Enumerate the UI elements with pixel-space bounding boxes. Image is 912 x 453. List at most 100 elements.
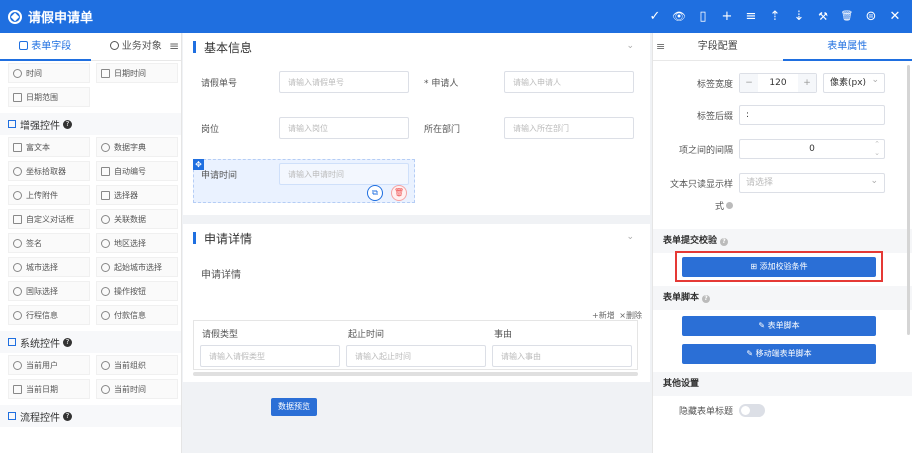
component-label: 关联数据 [114, 214, 146, 224]
apply-time-input[interactable]: 请输入申请时间 [279, 163, 409, 185]
item-gap-value: 0 [809, 144, 815, 154]
component-item[interactable]: 日期时间 [96, 63, 178, 83]
component-item[interactable]: 操作按钮 [96, 281, 178, 301]
vertical-scrollbar[interactable] [907, 65, 910, 335]
hide-title-toggle[interactable] [739, 404, 765, 417]
component-item[interactable]: 当前用户 [8, 355, 90, 375]
component-item[interactable]: 富文本 [8, 137, 90, 157]
section-basic-info: 基本信息 ⌄ 请假单号 请输入请假单号 * 申请人 请输入申请人 岗位 请输入岗… [183, 33, 650, 215]
list-icon[interactable]: ≡ [744, 9, 758, 24]
collapse-icon[interactable]: ≡ [169, 39, 179, 53]
prop-label: 标签宽度 [696, 79, 733, 90]
close-icon[interactable]: ✕ [888, 9, 902, 24]
component-label: 时间 [26, 68, 42, 78]
section-header[interactable]: 基本信息 ⌄ [183, 33, 650, 61]
component-item[interactable]: 关联数据 [96, 209, 178, 229]
component-item[interactable]: 当前组织 [96, 355, 178, 375]
component-item[interactable]: 时间 [8, 63, 90, 83]
delete-row-button[interactable]: ×删除 [619, 311, 642, 320]
component-label: 当前时间 [114, 384, 146, 394]
delete-icon[interactable]: 🗑 [391, 185, 407, 201]
data-preview-button[interactable]: 数据预览 [271, 398, 317, 416]
other-settings-section: 其他设置 [653, 372, 912, 396]
applicant-input[interactable]: 请输入申请人 [504, 71, 634, 93]
leave-number-input[interactable]: 请输入请假单号 [279, 71, 409, 93]
section-title: 表单提交校验 [663, 236, 718, 246]
rich-text-icon [13, 142, 22, 152]
component-item[interactable]: 国际选择 [8, 281, 90, 301]
chevron-down-icon[interactable]: ⌄ [626, 232, 634, 242]
section-header[interactable]: 申请详情 ⌄ [183, 224, 650, 252]
component-item[interactable]: 起始城市选择 [96, 257, 178, 277]
button-label: 表单脚本 [767, 321, 800, 330]
form-script-button[interactable]: ✎ 表单脚本 [682, 316, 876, 336]
copy-icon[interactable]: ⧉ [367, 185, 383, 201]
tab-field-config[interactable]: 字段配置 [653, 33, 783, 61]
component-item[interactable]: 当前日期 [8, 379, 90, 399]
attachment-icon [13, 190, 22, 200]
component-label: 坐标拾取器 [26, 166, 66, 176]
section-marker [193, 232, 196, 244]
component-item[interactable]: 行程信息 [8, 305, 90, 325]
menu-icon[interactable]: ≡ [656, 40, 665, 53]
trip-icon [13, 310, 22, 320]
wrench-icon[interactable]: ⚒ [816, 10, 830, 23]
plus-icon[interactable]: + [798, 74, 816, 92]
component-item[interactable]: 地区选择 [96, 233, 178, 253]
field-label: 申请时间 [201, 170, 238, 181]
plus-icon[interactable]: + [720, 9, 734, 24]
group-icon [8, 412, 16, 420]
position-input[interactable]: 请输入岗位 [279, 117, 409, 139]
component-item[interactable]: 坐标拾取器 [8, 161, 90, 181]
leave-type-input[interactable]: 请输入请假类型 [200, 345, 340, 367]
check-icon[interactable]: ✓ [648, 9, 662, 24]
delete-icon[interactable]: 🗑 [840, 11, 854, 22]
tab-form-properties[interactable]: 表单属性 [782, 33, 912, 61]
component-item[interactable]: 选择器 [96, 185, 178, 205]
section-marker [193, 41, 196, 53]
label-suffix-input[interactable]: : [739, 105, 885, 125]
edit-icon: ✎ [746, 349, 756, 358]
prop-label: 隐藏表单标题 [678, 407, 733, 417]
help-icon: ? [63, 119, 72, 129]
component-item[interactable]: 城市选择 [8, 257, 90, 277]
tab-business-object[interactable]: 业务对象 [91, 33, 182, 61]
component-label: 日期时间 [114, 68, 146, 78]
component-item[interactable]: 当前时间 [96, 379, 178, 399]
readonly-style-select[interactable]: 请选择 ⌄ [739, 173, 885, 193]
component-tabs: 表单字段 业务对象 ≡ [0, 33, 181, 61]
prop-label: 文本只读显示样 [669, 179, 733, 190]
save-icon[interactable]: ⊜ [864, 9, 878, 24]
component-item[interactable]: 上传附件 [8, 185, 90, 205]
column-header: 起止时间 [348, 330, 385, 340]
component-item[interactable]: 自动编号 [96, 161, 178, 181]
add-row-button[interactable]: +新增 [592, 311, 615, 320]
upload-icon[interactable]: ⇡ [768, 9, 782, 24]
time-range-input[interactable]: 请输入起止时间 [346, 345, 486, 367]
component-item[interactable]: 签名 [8, 233, 90, 253]
mobile-icon[interactable]: ▯ [696, 9, 710, 24]
reason-input[interactable]: 请输入事由 [492, 345, 632, 367]
clock-icon [101, 384, 110, 394]
tab-form-fields[interactable]: 表单字段 [0, 33, 91, 61]
chevron-down-icon[interactable]: ⌄ [626, 41, 634, 51]
component-item[interactable]: 付款信息 [96, 305, 178, 325]
horizontal-scrollbar[interactable] [193, 372, 638, 376]
component-label: 日期范围 [26, 92, 58, 102]
component-item[interactable]: 数据字典 [96, 137, 178, 157]
field-row: 申请时间 请输入申请时间 [201, 163, 409, 185]
label-width-stepper[interactable]: − 120 + [739, 73, 817, 93]
edit-icon: ✎ [758, 321, 768, 330]
item-gap-input[interactable]: 0 ⌃ ⌄ [739, 139, 885, 159]
unit-select[interactable]: 像素(px) [823, 71, 885, 93]
spin-arrows-icon[interactable]: ⌃ ⌄ [874, 140, 880, 158]
mobile-script-button[interactable]: ✎ 移动端表单脚本 [682, 344, 876, 364]
eye-icon[interactable]: 👁 [672, 10, 686, 23]
minus-icon[interactable]: − [740, 74, 758, 92]
component-label: 签名 [26, 238, 42, 248]
component-item[interactable]: 日期范围 [8, 87, 90, 107]
field-row: 请假单号 请输入请假单号 [201, 71, 409, 93]
component-item[interactable]: 自定义对话框 [8, 209, 90, 229]
download-icon[interactable]: ⇣ [792, 9, 806, 24]
department-input[interactable]: 请输入所在部门 [504, 117, 634, 139]
